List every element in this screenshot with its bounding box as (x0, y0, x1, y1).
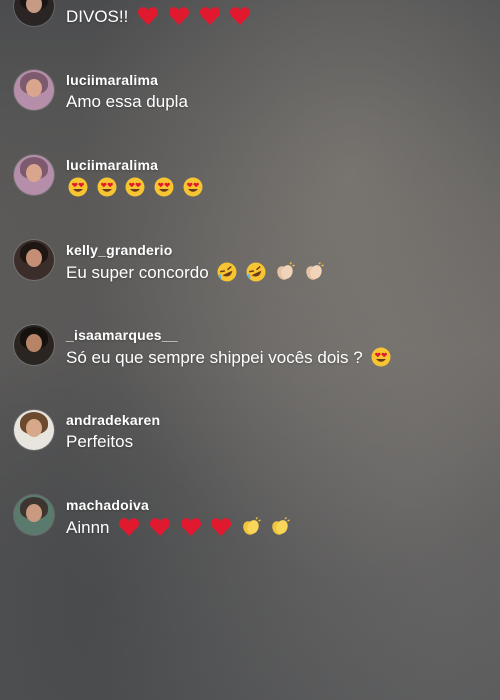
live-comment-feed: DIVOS!! luciimaralima Amo essa dupla luc… (0, 0, 500, 700)
rofl-icon (246, 262, 266, 282)
heart-eyes-icon (125, 177, 145, 197)
comment-username: machadoiva (66, 497, 149, 513)
comment-item: DIVOS!! (14, 0, 484, 46)
comment-username: andradekaren (66, 412, 161, 428)
comment-text-row: Ainnn (66, 517, 290, 538)
clap-icon (243, 517, 261, 535)
avatar[interactable] (14, 325, 54, 365)
clap-icon (305, 262, 324, 280)
heart-icon (138, 7, 159, 26)
comment-text-row (68, 177, 203, 198)
heart-icon (180, 518, 201, 536)
heart-icon (199, 7, 220, 26)
heart-icon (168, 7, 189, 26)
heart-eyes-icon (97, 177, 117, 197)
comment-text-row: Eu super concordo (66, 262, 324, 283)
comment-text: DIVOS!! (66, 7, 129, 26)
comment-item: _isaamarques__ Só eu que sempre shippei … (14, 325, 484, 385)
comment-text: Eu super concordo (66, 263, 209, 282)
heart-icon (119, 518, 140, 536)
comment-item: machadoiva Ainnn (14, 495, 484, 555)
comment-text: Amo essa dupla (66, 92, 188, 111)
comment-username: luciimaralima (66, 72, 159, 88)
comment-item: kelly_granderio Eu super concordo (14, 240, 484, 300)
comment-text: Perfeitos (66, 432, 134, 451)
comment-text-row: Só eu que sempre shippei vocês dois ? (66, 347, 391, 368)
heart-eyes-icon (183, 177, 203, 197)
clap-icon (277, 262, 295, 280)
comment-text: Ainnn (66, 518, 110, 537)
heart-eyes-icon (371, 347, 391, 367)
comment-username: _isaamarques__ (66, 327, 178, 343)
rofl-icon (217, 262, 237, 282)
heart-eyes-icon (68, 177, 88, 197)
heart-icon (149, 518, 170, 536)
comment-username: luciimaralima (66, 157, 159, 173)
avatar[interactable] (14, 410, 54, 450)
heart-icon (211, 518, 232, 536)
comment-item: andradekaren Perfeitos (14, 410, 484, 470)
comment-text: Só eu que sempre shippei vocês dois ? (66, 348, 363, 367)
heart-eyes-icon (154, 177, 174, 197)
comment-item: luciimaralima (14, 155, 484, 215)
avatar[interactable] (14, 240, 54, 280)
comment-username: kelly_granderio (66, 242, 173, 258)
avatar[interactable] (14, 0, 54, 26)
avatar[interactable] (14, 70, 54, 110)
avatar[interactable] (14, 495, 54, 535)
avatar[interactable] (14, 155, 54, 195)
clap-icon (272, 517, 290, 535)
comment-text-row: DIVOS!! (66, 6, 251, 27)
comment-item: luciimaralima Amo essa dupla (14, 70, 484, 130)
heart-icon (230, 7, 251, 26)
